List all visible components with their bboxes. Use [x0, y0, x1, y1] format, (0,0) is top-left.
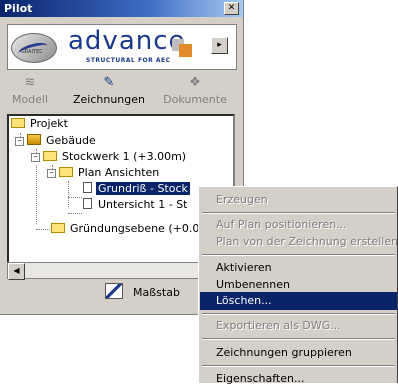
collapse-icon[interactable]: –	[15, 137, 24, 146]
menu-separator	[202, 212, 395, 214]
title-bar[interactable]: Pilot ✕	[0, 0, 243, 17]
scale-icon	[105, 283, 123, 299]
menu-separator	[202, 254, 395, 256]
menu-item-exportieren-dwg[interactable]: Exportieren als DWG...	[200, 317, 397, 335]
tree-node-stockwerk-1[interactable]: – Stockwerk 1 (+3.00m)	[31, 149, 188, 165]
folder-icon	[59, 167, 73, 177]
documents-icon: ❖	[189, 75, 201, 90]
menu-separator	[202, 313, 395, 315]
menu-item-auf-plan-positionieren[interactable]: Auf Plan positionieren...	[200, 216, 397, 234]
logo-squares-icon	[172, 39, 192, 57]
menu-item-plan-erstellen[interactable]: Plan von der Zeichnung erstellen...	[200, 233, 397, 251]
tree-node-grundriss[interactable]: Grundriß - Stock	[83, 181, 190, 197]
drawing-icon: ✎	[103, 75, 115, 90]
tree-node-untersicht-1[interactable]: Untersicht 1 - St	[83, 197, 190, 213]
tree-node-gebaeude[interactable]: – Gebäude	[15, 133, 98, 149]
document-icon	[83, 198, 92, 209]
menu-separator	[202, 338, 395, 340]
menu-item-eigenschaften[interactable]: Eigenschaften...	[200, 370, 397, 388]
mode-tabs: ≋ Modell ✎ Zeichnungen ❖ Dokumente	[0, 74, 243, 112]
logo-wordmark: advance	[68, 26, 186, 56]
tab-zeichnungen-label: Zeichnungen	[72, 93, 145, 106]
folder-icon	[11, 118, 25, 128]
building-icon	[27, 134, 41, 145]
graitec-badge-icon: GRAITEC	[11, 33, 57, 63]
scale-label: Maßstab	[133, 286, 180, 299]
window-title: Pilot	[4, 2, 33, 15]
layers-icon: ≋	[24, 75, 36, 90]
badge-text: GRAITEC	[21, 49, 43, 55]
close-icon[interactable]: ✕	[224, 2, 239, 15]
tree-node-plan-ansichten[interactable]: – Plan Ansichten	[47, 165, 161, 181]
tab-dokumente[interactable]: ❖ Dokumente	[160, 74, 230, 112]
folder-icon	[43, 151, 57, 161]
tab-modell[interactable]: ≋ Modell	[6, 74, 54, 112]
menu-item-erzeugen[interactable]: Erzeugen	[200, 191, 397, 209]
folder-icon	[51, 223, 65, 233]
scale-control[interactable]: Maßstab	[105, 283, 180, 301]
menu-item-aktivieren[interactable]: Aktivieren	[200, 259, 397, 277]
collapse-icon[interactable]: –	[47, 169, 56, 178]
menu-item-zeichnungen-gruppieren[interactable]: Zeichnungen gruppieren	[200, 344, 397, 362]
advance-logo: GRAITEC advance STRUCTURAL FOR AEC ▸	[7, 24, 237, 70]
context-menu: Erzeugen Auf Plan positionieren... Plan …	[198, 186, 398, 385]
document-icon	[83, 182, 92, 193]
scroll-left-icon[interactable]: ◀	[8, 263, 25, 280]
tab-dokumente-label: Dokumente	[163, 93, 227, 106]
logo-tagline: STRUCTURAL FOR AEC	[86, 57, 171, 64]
menu-separator	[202, 365, 395, 367]
collapse-icon[interactable]: –	[31, 153, 40, 162]
tab-zeichnungen[interactable]: ✎ Zeichnungen	[66, 74, 152, 112]
expand-arrow-button[interactable]: ▸	[211, 37, 228, 54]
tree-node-projekt[interactable]: Projekt	[11, 116, 70, 132]
tree-node-gruendungsebene[interactable]: Gründungsebene (+0.00	[51, 221, 208, 237]
menu-item-loeschen[interactable]: Löschen...	[200, 292, 397, 310]
tab-modell-label: Modell	[11, 93, 49, 106]
